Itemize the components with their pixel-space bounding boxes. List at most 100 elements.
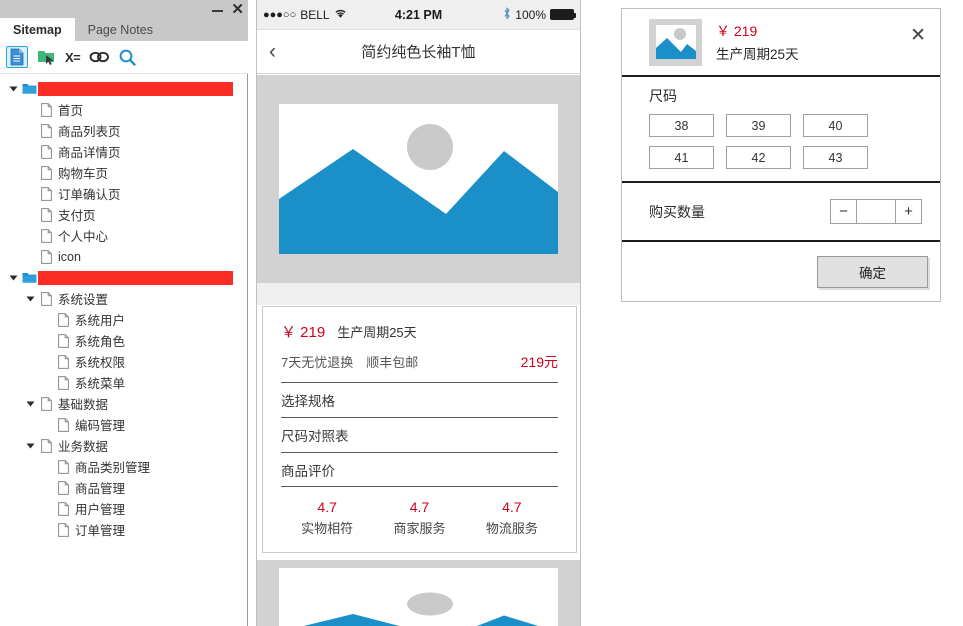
size-option[interactable]: 38 (649, 114, 714, 137)
price-row: ￥ 219 生产周期25天 (281, 307, 558, 342)
folder-icon (21, 82, 38, 95)
sidebar-item-label: 系统角色 (75, 335, 126, 349)
chevron-down-icon[interactable] (23, 294, 38, 303)
quantity-increment-button[interactable]: + (895, 200, 921, 223)
back-icon[interactable]: ‹ (269, 41, 276, 62)
page-icon (38, 228, 55, 243)
close-icon[interactable]: ✕ (231, 2, 244, 17)
size-option[interactable]: 41 (649, 146, 714, 169)
sitemap-toolbar: X= (0, 41, 248, 74)
size-option[interactable]: 39 (726, 114, 791, 137)
dialog-production-cycle: 生产周期25天 (716, 47, 799, 62)
sidebar-item-label: 订单管理 (75, 524, 126, 538)
sidebar-item-label: 系统菜单 (75, 377, 126, 391)
confirm-button[interactable]: 确定 (817, 256, 928, 288)
sidebar-item-label: icon (58, 249, 81, 264)
tab-sitemap[interactable]: Sitemap (0, 18, 75, 41)
sidebar-item-商品列表页[interactable]: 商品列表页 (0, 120, 247, 141)
bluetooth-icon (503, 6, 511, 23)
sidebar-item-系统菜单[interactable]: 系统菜单 (0, 372, 247, 393)
page-icon (38, 291, 55, 306)
add-folder-icon[interactable] (37, 48, 56, 66)
sidebar-item-购物车页[interactable]: 购物车页 (0, 162, 247, 183)
quantity-decrement-button[interactable]: − (831, 200, 857, 223)
page-icon (38, 186, 55, 201)
page-icon (55, 480, 72, 495)
sitemap-panel: ✕ Sitemap Page Notes X= 首页 商品列表页 商品详情页 购… (0, 0, 248, 626)
quantity-stepper[interactable]: − + (830, 199, 922, 224)
sidebar-item-label: 业务数据 (58, 440, 109, 454)
sidebar-item-基础数据[interactable]: 基础数据 (0, 393, 247, 414)
sidebar-item-label: 系统用户 (75, 314, 126, 328)
chevron-down-icon[interactable] (23, 441, 38, 450)
image-placeholder (279, 568, 558, 626)
search-icon[interactable] (118, 48, 137, 67)
product-gallery[interactable] (257, 75, 580, 283)
sidebar-item-label: 个人中心 (58, 230, 109, 244)
chevron-down-icon[interactable] (23, 399, 38, 408)
sidebar-item-业务数据[interactable]: 业务数据 (0, 435, 247, 456)
battery-percent-label: 100% (515, 7, 546, 22)
sidebar-item-首页[interactable]: 首页 (0, 99, 247, 120)
tree-rename-highlight[interactable] (38, 81, 233, 96)
phone-navbar: ‹ 简约纯色长袖T恤 (257, 30, 580, 74)
sidebar-item-label: 首页 (58, 104, 84, 118)
sidebar-item-商品管理[interactable]: 商品管理 (0, 477, 247, 498)
sidebar-item-商品类别管理[interactable]: 商品类别管理 (0, 456, 247, 477)
sidebar-item-系统权限[interactable]: 系统权限 (0, 351, 247, 372)
product-gallery-secondary[interactable] (257, 560, 580, 626)
tree-folder-row[interactable] (0, 267, 247, 288)
size-option[interactable]: 43 (803, 146, 868, 169)
size-option[interactable]: 42 (726, 146, 791, 169)
rating-score: 4.7 (409, 499, 430, 515)
sidebar-item-个人中心[interactable]: 个人中心 (0, 225, 247, 246)
sidebar-item-label: 商品详情页 (58, 146, 121, 160)
page-icon (55, 459, 72, 474)
size-option[interactable]: 40 (803, 114, 868, 137)
link-icon[interactable] (89, 50, 110, 64)
dialog-footer: 确定 (622, 242, 940, 302)
chevron-down-icon[interactable] (6, 273, 21, 282)
row-product-reviews[interactable]: 商品评价 (281, 452, 558, 487)
add-page-icon[interactable] (6, 46, 28, 68)
tree-rename-highlight[interactable] (38, 270, 233, 285)
rating-label: 物流服务 (485, 521, 538, 536)
product-price: ￥ 219 (281, 324, 326, 341)
sidebar-item-label: 用户管理 (75, 503, 126, 517)
sidebar-item-系统角色[interactable]: 系统角色 (0, 330, 247, 351)
page-icon (38, 165, 55, 180)
sidebar-item-编码管理[interactable]: 编码管理 (0, 414, 247, 435)
sidebar-item-label: 系统设置 (58, 293, 109, 307)
sidebar-item-商品详情页[interactable]: 商品详情页 (0, 141, 247, 162)
size-section: 尺码 38 39 40 41 42 43 (622, 77, 940, 183)
sidebar-item-订单管理[interactable]: 订单管理 (0, 519, 247, 540)
sidebar-item-label: 系统权限 (75, 356, 126, 370)
quantity-value[interactable] (857, 200, 895, 223)
sidebar-item-系统用户[interactable]: 系统用户 (0, 309, 247, 330)
sidebar-item-label: 商品列表页 (58, 125, 121, 139)
battery-icon (550, 9, 576, 20)
page-icon (38, 123, 55, 138)
chevron-down-icon[interactable] (6, 84, 21, 93)
page-icon (38, 102, 55, 117)
page-icon (55, 333, 72, 348)
tab-page-notes[interactable]: Page Notes (75, 18, 166, 41)
minimize-icon[interactable] (212, 6, 224, 12)
sitemap-tree[interactable]: 首页商品列表页商品详情页购物车页 订单确认页 支付页个人中心 icon 系统设置系统用户… (0, 75, 247, 626)
rename-icon[interactable]: X= (65, 50, 81, 65)
dialog-header-text: ￥ 219 生产周期25天 (716, 21, 799, 63)
sidebar-item-订单确认页[interactable]: 订单确认页 (0, 183, 247, 204)
tree-folder-row[interactable] (0, 78, 247, 99)
panel-titlebar: ✕ (0, 0, 248, 18)
sidebar-item-支付页[interactable]: 支付页 (0, 204, 247, 225)
page-icon (38, 249, 55, 264)
sidebar-item-用户管理[interactable]: 用户管理 (0, 498, 247, 519)
row-size-chart[interactable]: 尺码对照表 (281, 417, 558, 452)
rating-item: 4.7 实物相符 (281, 499, 373, 537)
image-placeholder (279, 104, 558, 254)
sidebar-item-系统设置[interactable]: 系统设置 (0, 288, 247, 309)
row-select-spec[interactable]: 选择规格 (281, 382, 558, 417)
sidebar-item-icon[interactable]: icon (0, 246, 247, 267)
page-title: 简约纯色长袖T恤 (361, 44, 476, 61)
close-icon[interactable]: ✕ (910, 26, 926, 45)
